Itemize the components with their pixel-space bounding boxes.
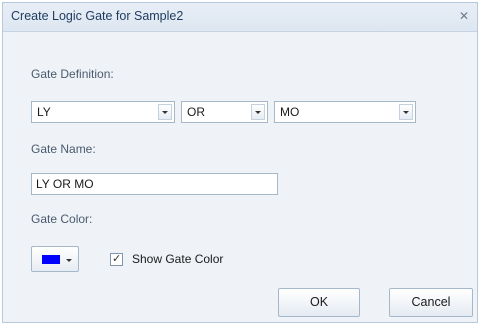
close-icon[interactable]: ✕ — [459, 9, 469, 23]
checkmark-icon: ✓ — [112, 253, 122, 265]
operator-value: OR — [187, 105, 205, 119]
cancel-button[interactable]: Cancel — [389, 288, 473, 317]
chevron-down-icon[interactable] — [158, 104, 172, 120]
operator-select[interactable]: OR — [181, 101, 268, 123]
left-operand-value: LY — [37, 105, 51, 119]
gate-name-label: Gate Name: — [31, 142, 96, 156]
ok-button[interactable]: OK — [278, 288, 360, 317]
show-gate-color-checkbox[interactable]: ✓ — [110, 253, 123, 266]
color-swatch — [42, 255, 60, 264]
gate-name-input[interactable]: LY OR MO — [31, 173, 278, 195]
show-gate-color-label[interactable]: Show Gate Color — [132, 252, 223, 266]
gate-definition-label: Gate Definition: — [31, 67, 114, 81]
create-logic-gate-dialog: Create Logic Gate for Sample2 ✕ Gate Def… — [2, 2, 478, 323]
dialog-title: Create Logic Gate for Sample2 — [11, 9, 184, 23]
left-operand-select[interactable]: LY — [31, 101, 175, 123]
gate-color-picker-button[interactable] — [31, 246, 79, 272]
chevron-down-icon — [66, 259, 72, 262]
right-operand-select[interactable]: MO — [274, 101, 416, 123]
right-operand-value: MO — [280, 105, 300, 119]
title-bar: Create Logic Gate for Sample2 ✕ — [3, 3, 477, 32]
chevron-down-icon[interactable] — [251, 104, 265, 120]
chevron-down-icon[interactable] — [399, 104, 413, 120]
gate-color-label: Gate Color: — [31, 212, 93, 226]
